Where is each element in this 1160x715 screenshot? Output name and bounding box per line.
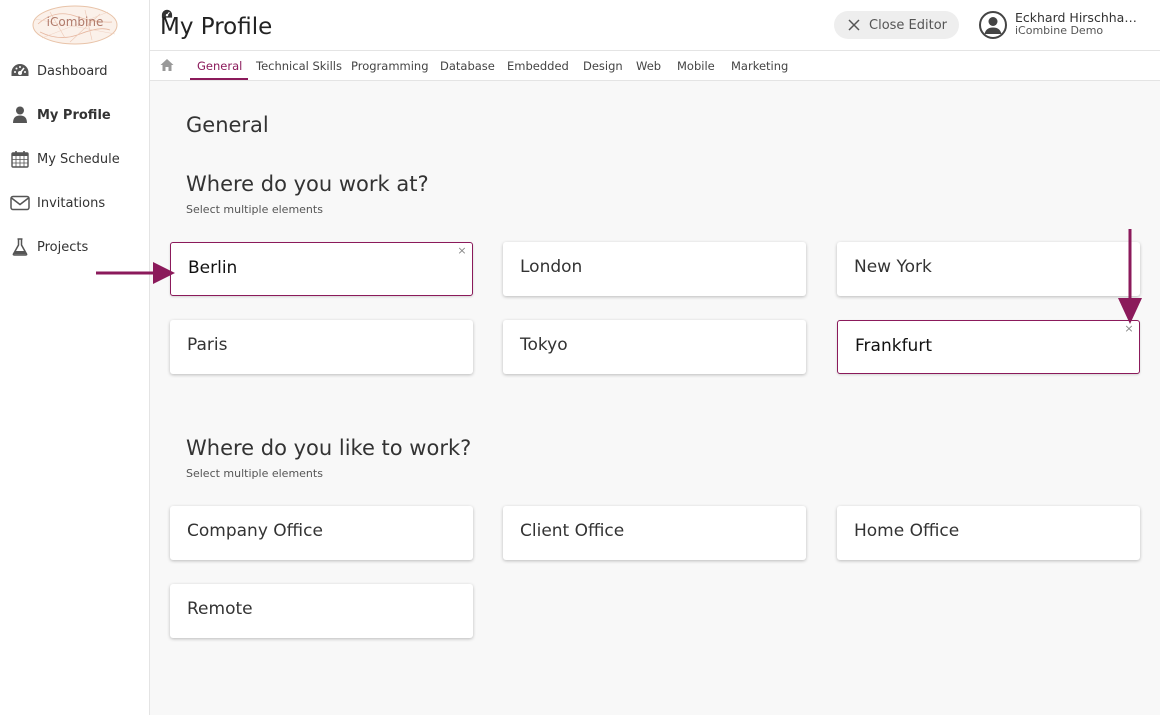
option-card-home-office[interactable]: Home Office — [837, 506, 1140, 560]
annotation-arrow-down — [1118, 229, 1142, 324]
tab-technical-skills[interactable]: Technical Skills — [256, 51, 342, 81]
question-hint: Select multiple elements — [186, 203, 323, 216]
tab-general[interactable]: General — [197, 51, 242, 81]
envelope-icon — [10, 193, 30, 213]
avatar[interactable] — [978, 10, 1008, 40]
option-label: Client Office — [520, 521, 625, 541]
close-icon — [847, 18, 861, 32]
sidebar-item-my-schedule[interactable]: My Schedule — [10, 147, 145, 171]
home-icon[interactable] — [159, 57, 175, 73]
tab-marketing[interactable]: Marketing — [731, 51, 788, 81]
annotation-arrow-right — [96, 262, 175, 284]
calendar-icon — [10, 149, 30, 169]
option-card-client-office[interactable]: Client Office — [503, 506, 806, 560]
sidebar-item-dashboard[interactable]: Dashboard — [10, 59, 145, 83]
option-label: Home Office — [854, 521, 960, 541]
tab-embedded[interactable]: Embedded — [507, 51, 569, 81]
sidebar-item-projects[interactable]: Projects — [10, 235, 145, 259]
section-title: General — [186, 113, 269, 137]
option-card-london[interactable]: London — [503, 242, 806, 296]
active-tab-indicator — [190, 78, 248, 80]
page-title: My Profile — [160, 14, 273, 40]
option-card-berlin[interactable]: Berlin × — [170, 242, 473, 296]
profile-tabs: General Technical Skills Programming Dat… — [150, 51, 1160, 81]
option-label: Tokyo — [520, 335, 568, 355]
option-card-remote[interactable]: Remote — [170, 584, 473, 638]
sidebar-item-my-profile[interactable]: My Profile — [10, 103, 145, 127]
option-label: Paris — [187, 335, 228, 355]
close-editor-label: Close Editor — [869, 17, 948, 33]
option-card-company-office[interactable]: Company Office — [170, 506, 473, 560]
option-label: Berlin — [188, 258, 238, 278]
tab-mobile[interactable]: Mobile — [677, 51, 715, 81]
sidebar-item-label: Invitations — [37, 195, 106, 211]
tab-web[interactable]: Web — [636, 51, 661, 81]
option-card-frankfurt[interactable]: Frankfurt × — [837, 320, 1140, 374]
option-label: Frankfurt — [855, 336, 932, 356]
close-editor-button[interactable]: Close Editor — [834, 11, 959, 39]
question-title: Where do you work at? — [186, 172, 429, 196]
user-circle-icon — [979, 11, 1007, 39]
option-label: Company Office — [187, 521, 323, 541]
dashboard-icon — [10, 61, 30, 81]
sidebar-item-label: My Schedule — [37, 151, 120, 167]
sidebar-item-label: Projects — [37, 239, 89, 255]
option-label: New York — [854, 257, 932, 277]
top-header: My Profile Close Editor Eckhard Hirschha… — [150, 0, 1160, 51]
user-company: iCombine Demo — [1015, 24, 1104, 37]
tab-database[interactable]: Database — [440, 51, 495, 81]
user-name[interactable]: Eckhard Hirschha… — [1015, 10, 1145, 25]
question-hint: Select multiple elements — [186, 467, 323, 480]
tab-programming[interactable]: Programming — [351, 51, 429, 81]
tab-design[interactable]: Design — [583, 51, 623, 81]
option-label: London — [520, 257, 583, 277]
app-logo[interactable]: iCombine — [30, 4, 120, 46]
option-card-tokyo[interactable]: Tokyo — [503, 320, 806, 374]
remove-icon[interactable]: × — [457, 245, 467, 256]
option-card-paris[interactable]: Paris — [170, 320, 473, 374]
sidebar: iCombine Dashboard My Profile My Schedul… — [0, 0, 150, 715]
option-label: Remote — [187, 599, 253, 619]
logo-text: iCombine — [46, 15, 104, 29]
option-card-new-york[interactable]: New York — [837, 242, 1140, 296]
sidebar-item-label: Dashboard — [37, 63, 108, 79]
question-title: Where do you like to work? — [186, 436, 472, 460]
sidebar-item-label: My Profile — [37, 107, 111, 123]
sidebar-item-invitations[interactable]: Invitations — [10, 191, 145, 215]
user-icon — [10, 105, 30, 125]
dashboard-icon — [161, 4, 173, 18]
flask-icon — [10, 237, 30, 257]
